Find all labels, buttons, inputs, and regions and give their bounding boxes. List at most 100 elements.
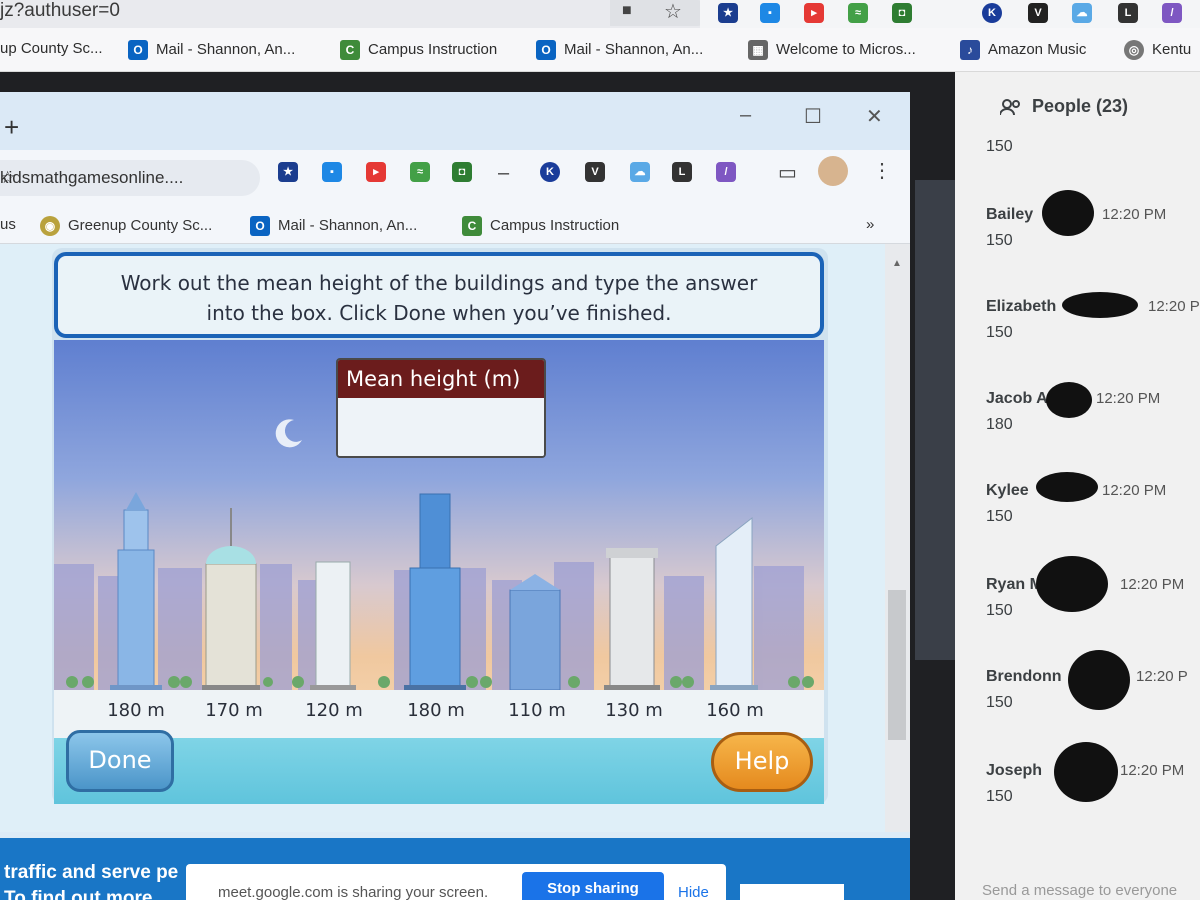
bookmark-kentucky-label: Kentu	[1152, 40, 1192, 58]
menu-icon[interactable]: ⋮	[872, 158, 892, 183]
inner-bookmark-partial[interactable]: us	[0, 216, 16, 233]
maximize-icon[interactable]: ☐	[804, 104, 822, 129]
extension-cast-icon[interactable]: ≈	[848, 3, 868, 23]
extension-star-icon[interactable]: ★	[718, 3, 738, 23]
inner-address-bar[interactable]: kidsmathgamesonline.... ☆	[0, 160, 260, 196]
building-height-label: 130 m	[605, 700, 663, 721]
extension-shield-icon[interactable]: ◘	[892, 3, 912, 23]
chat-message-input[interactable]: Send a message to everyone	[982, 882, 1177, 899]
participant-video-strip	[915, 180, 955, 660]
redaction-scribble	[1036, 472, 1098, 502]
inner-bookmark-greenup-label: Greenup County Sc...	[68, 216, 213, 234]
avatar[interactable]	[818, 156, 848, 186]
bookmark-campus-label: Campus Instruction	[368, 40, 498, 58]
instruction-line-2: into the box. Click Done when you’ve fin…	[206, 301, 672, 325]
message-sender: Bailey	[986, 206, 1033, 224]
hide-share-bar-button[interactable]: Hide	[678, 884, 709, 900]
new-tab-icon[interactable]: +	[4, 112, 19, 143]
building-1	[110, 492, 162, 693]
extension-pen-icon[interactable]: /	[1162, 3, 1182, 23]
redaction-scribble	[1068, 650, 1130, 710]
redaction-scribble	[1062, 292, 1138, 318]
people-panel-title: People (23)	[1000, 96, 1128, 117]
extension-v-icon[interactable]: V	[1028, 3, 1048, 23]
message-value: 150	[986, 232, 1013, 249]
separator-icon: –	[498, 162, 510, 184]
extension-cast-icon[interactable]: ≈	[410, 162, 430, 182]
building-height-label: 180 m	[107, 700, 165, 721]
bookmark-mail-2[interactable]: O Mail - Shannon, An...	[536, 40, 703, 60]
close-icon[interactable]: ✕	[866, 104, 883, 129]
people-title-text: People (23)	[1032, 96, 1129, 116]
sender-name: Brendonn	[986, 668, 1062, 685]
building-height-label: 160 m	[706, 700, 764, 721]
redaction-scribble	[1046, 382, 1092, 418]
extension-cloud-icon[interactable]: ☁	[630, 162, 650, 182]
bookmark-star-icon[interactable]: ☆	[664, 0, 682, 24]
sender-name: Bailey	[986, 206, 1034, 223]
message-value: 150	[986, 602, 1013, 619]
message-value: 150	[986, 324, 1013, 341]
extension-cloud-icon[interactable]: ☁	[1072, 3, 1092, 23]
redaction-scribble	[1036, 556, 1108, 612]
instruction-line-1: Work out the mean height of the building…	[120, 271, 758, 295]
message-value: 150	[986, 788, 1013, 805]
bookmark-microsoft-label: Welcome to Micros...	[776, 40, 916, 58]
outer-url-text: jz?authuser=0	[0, 0, 120, 21]
outlook-icon: O	[250, 216, 270, 236]
inner-titlebar: + – ☐ ✕	[0, 92, 910, 150]
done-button[interactable]: Done	[66, 730, 174, 792]
extension-puzzle-icon[interactable]: ▪	[760, 3, 780, 23]
inner-bookmark-star-icon[interactable]: ☆	[0, 168, 15, 188]
bookmark-microsoft[interactable]: ▦ Welcome to Micros...	[748, 40, 916, 60]
message-sender: Joseph	[986, 762, 1042, 780]
extension-puzzle-icon[interactable]: ▪	[322, 162, 342, 182]
microsoft-icon: ▦	[748, 40, 768, 60]
mean-height-input[interactable]	[338, 398, 544, 456]
building-2	[202, 508, 260, 693]
message-sender: Brendonn	[986, 668, 1062, 686]
extension-l-icon[interactable]: L	[1118, 3, 1138, 23]
message-value: 180	[986, 416, 1013, 433]
redaction-scribble	[1054, 742, 1118, 802]
message-time: 12:20 PM	[1120, 762, 1185, 779]
cast-icon[interactable]: ▭	[778, 160, 797, 185]
outer-bookmarks-bar: up County Sc... O Mail - Shannon, An... C…	[0, 28, 1200, 72]
building-height-label: 170 m	[205, 700, 263, 721]
inner-bookmark-greenup[interactable]: ◉ Greenup County Sc...	[40, 216, 212, 236]
cookie-text-line-1: traffic and serve pe	[4, 862, 179, 883]
bookmark-greenup[interactable]: up County Sc...	[0, 40, 103, 57]
scroll-up-arrow-icon[interactable]: ▲	[892, 258, 902, 269]
extension-k-icon[interactable]: K	[540, 162, 560, 182]
building-4	[404, 493, 466, 693]
extension-play-icon[interactable]: ▸	[366, 162, 386, 182]
bookmark-mail-1[interactable]: O Mail - Shannon, An...	[128, 40, 295, 60]
scrollbar-thumb[interactable]	[888, 590, 906, 740]
message-time: 12:20 PM	[1102, 206, 1167, 223]
building-height-label: 120 m	[305, 700, 363, 721]
school-seal-icon: ◉	[40, 216, 60, 236]
extension-shield-icon[interactable]: ◘	[452, 162, 472, 182]
extension-pen-icon[interactable]: /	[716, 162, 736, 182]
inner-bookmark-mail[interactable]: O Mail - Shannon, An...	[250, 216, 417, 236]
stop-sharing-button[interactable]: Stop sharing	[522, 872, 664, 900]
camera-icon[interactable]: ■	[622, 2, 632, 20]
bookmark-amazon-label: Amazon Music	[988, 40, 1087, 58]
message-time: 12:20 PM	[1120, 576, 1185, 593]
inner-bookmark-campus[interactable]: C Campus Instruction	[462, 216, 619, 236]
bookmark-campus[interactable]: C Campus Instruction	[340, 40, 497, 60]
sender-name: Joseph	[986, 762, 1043, 779]
extension-play-icon[interactable]: ▸	[804, 3, 824, 23]
extension-v-icon[interactable]: V	[585, 162, 605, 182]
help-button[interactable]: Help	[711, 732, 813, 792]
extension-k-icon[interactable]: K	[982, 3, 1002, 23]
extension-star-icon[interactable]: ★	[278, 162, 298, 182]
bookmarks-overflow[interactable]: »	[866, 216, 874, 233]
bookmark-amazon-music[interactable]: ♪ Amazon Music	[960, 40, 1086, 60]
extension-l-icon[interactable]: L	[672, 162, 692, 182]
bookmark-kentucky[interactable]: ◎ Kentu	[1124, 40, 1191, 60]
bookmark-mail-2-label: Mail - Shannon, An...	[564, 40, 704, 58]
cookie-text-line-2: To find out more	[4, 888, 153, 900]
minimize-icon[interactable]: –	[740, 104, 751, 127]
scrollbar[interactable]	[885, 244, 910, 832]
